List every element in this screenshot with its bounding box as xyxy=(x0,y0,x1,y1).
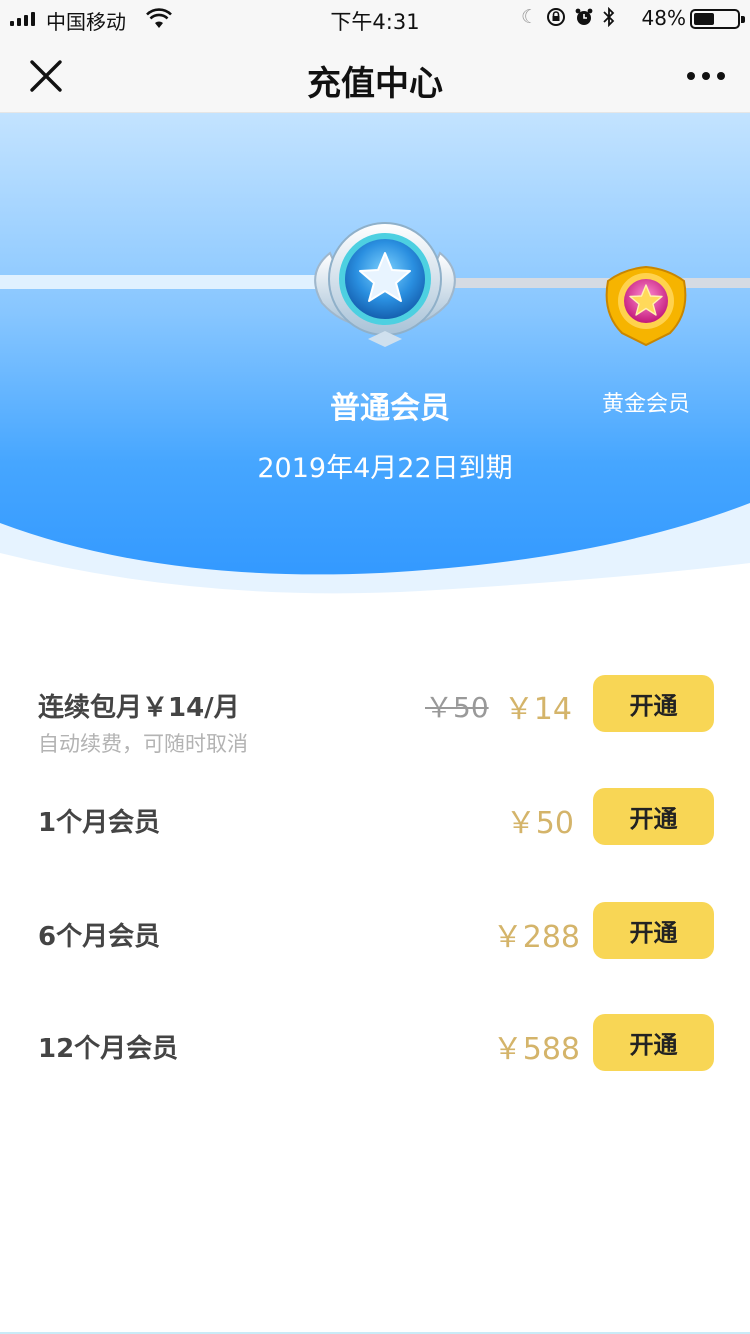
plan-row-12-month: 12个月会员 ￥588 开通 xyxy=(0,1014,750,1114)
next-tier-label: 黄金会员 xyxy=(601,392,690,417)
plan-name: 连续包月￥14/月 xyxy=(38,693,240,723)
plan-name: 12个月会员 xyxy=(38,1034,179,1064)
open-button[interactable]: 开通 xyxy=(593,675,714,732)
nav-bar: 充值中心 xyxy=(0,40,750,113)
battery-percent: 48% xyxy=(641,6,686,30)
battery-icon xyxy=(690,9,745,29)
plan-row-1-month: 1个月会员 ￥50 开通 xyxy=(0,788,750,888)
plan-subtitle: 自动续费，可随时取消 xyxy=(38,732,248,756)
plan-row-continuous: 连续包月￥14/月 自动续费，可随时取消 ￥50 ￥14 开通 xyxy=(0,675,750,775)
banner-wave xyxy=(0,503,750,613)
page-title: 充值中心 xyxy=(307,64,443,104)
open-button[interactable]: 开通 xyxy=(593,788,714,845)
plan-price: ￥14 xyxy=(503,692,572,727)
expiry-date: 2019年4月22日到期 xyxy=(257,453,513,484)
alarm-icon xyxy=(575,8,593,25)
open-button[interactable]: 开通 xyxy=(593,1014,714,1071)
battery-fill xyxy=(694,13,714,25)
membership-banner: 普通会员 黄金会员 2019年4月22日到期 xyxy=(0,113,750,613)
status-icons: ☾ xyxy=(521,6,616,28)
plan-price: ￥588 xyxy=(492,1032,580,1067)
plan-name: 1个月会员 xyxy=(38,808,161,838)
gold-member-badge-icon xyxy=(605,265,687,347)
status-bar: 中国移动 下午4:31 ☾ 48% xyxy=(0,0,750,40)
open-button[interactable]: 开通 xyxy=(593,902,714,959)
current-tier-label: 普通会员 xyxy=(330,391,450,426)
moon-icon: ☾ xyxy=(520,6,538,28)
plan-price: ￥288 xyxy=(492,920,580,955)
rotation-lock-icon xyxy=(547,8,565,26)
plan-price: ￥50 xyxy=(505,806,574,841)
bluetooth-icon xyxy=(603,7,615,27)
normal-member-badge-icon xyxy=(314,222,456,347)
plan-row-6-month: 6个月会员 ￥288 开通 xyxy=(0,902,750,1002)
plan-old-price: ￥50 xyxy=(425,691,489,724)
more-icon[interactable] xyxy=(684,64,728,88)
plan-name: 6个月会员 xyxy=(38,922,161,952)
status-time: 下午4:31 xyxy=(330,10,420,34)
